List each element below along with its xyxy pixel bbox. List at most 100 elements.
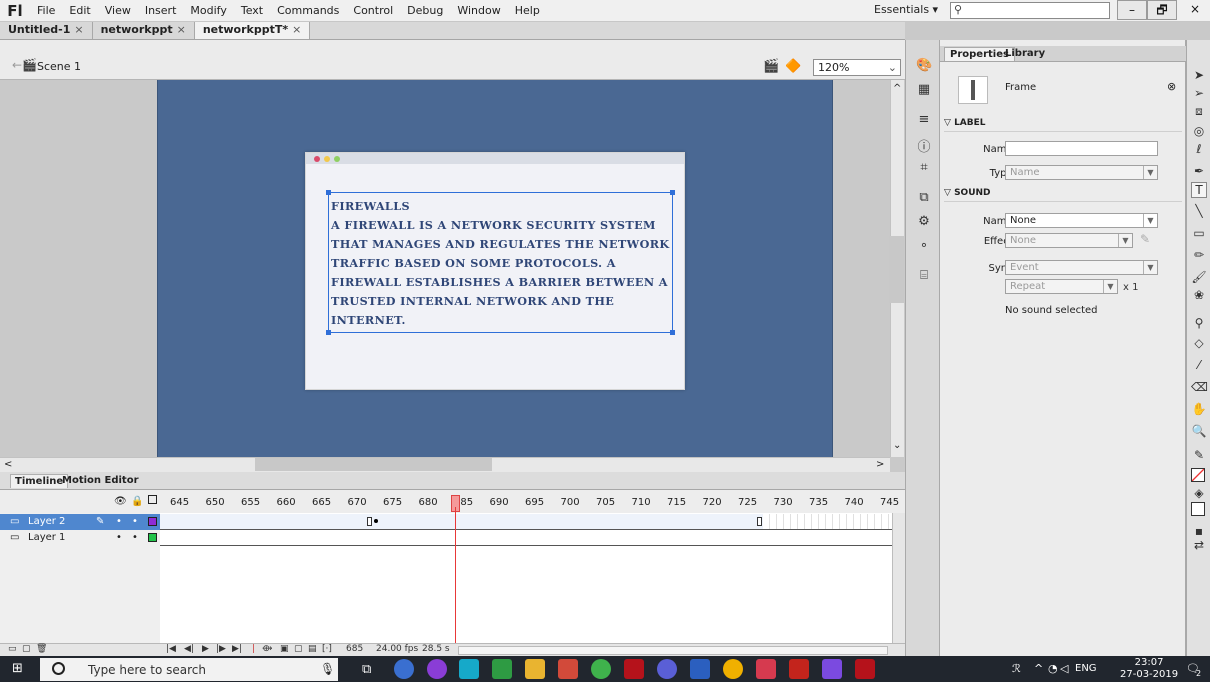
current-frame[interactable]: 685 [346,644,363,654]
language-indicator[interactable]: ENG [1075,663,1097,674]
app-icon-6[interactable] [558,659,578,679]
keyframe-marker[interactable] [367,517,372,526]
brush-tool-icon[interactable]: 🖌 [1191,270,1207,284]
loop-icon[interactable]: | [252,644,255,654]
paint-bucket-icon[interactable]: ◇ [1191,336,1207,350]
repeat-select[interactable]: Repeat ▼ [1005,279,1118,294]
resize-handle[interactable] [326,330,331,335]
menu-commands[interactable]: Commands [270,4,346,17]
horizontal-scroll-thumb[interactable] [255,458,492,471]
eyedropper-icon[interactable]: ⁄ [1191,358,1207,372]
layer-row-layer-1[interactable]: ▭ Layer 1 • • [0,530,160,546]
bone-tool-icon[interactable]: ⚲ [1191,316,1207,330]
edit-symbol-icon[interactable]: 🔶 [785,59,801,74]
flash-icon[interactable] [624,659,644,679]
text-tool-icon[interactable]: T [1191,182,1207,198]
frame-number[interactable]: 665 [312,497,331,508]
stroke-color-icon[interactable]: ✎ [1191,448,1207,462]
layer-color-swatch[interactable] [148,517,157,526]
pdf-reader-icon[interactable] [789,659,809,679]
motion-presets-icon[interactable]: ∘ [916,238,932,253]
app-icon-2[interactable] [427,659,447,679]
menu-debug[interactable]: Debug [400,4,450,17]
history-icon[interactable]: ⌸ [916,268,932,283]
restore-button[interactable]: 🗗 [1147,0,1177,20]
components-icon[interactable]: ⚙ [916,214,932,229]
close-button[interactable]: × [1180,0,1210,20]
menu-text[interactable]: Text [234,4,270,17]
frame-name-input[interactable] [1005,141,1158,156]
frame-number[interactable]: 680 [419,497,438,508]
delete-layer-icon[interactable]: 🗑 [36,644,47,654]
lock-icon[interactable]: 🔒 [131,496,143,507]
frame-number[interactable]: 715 [667,497,686,508]
volume-icon[interactable]: ◁ [1060,662,1068,675]
frame-row-layer-2[interactable] [160,514,892,530]
menu-edit[interactable]: Edit [62,4,97,17]
minimize-button[interactable]: – [1117,0,1147,20]
frame-number[interactable]: 670 [348,497,367,508]
onion-skin-icon[interactable]: ▣ [280,644,289,654]
app-icon-9[interactable] [657,659,677,679]
timeline-horizontal-scrollbar[interactable] [458,646,888,655]
repeat-count[interactable]: x 1 [1123,282,1138,293]
system-clock[interactable]: 23:07 27-03-2019 [1120,657,1178,681]
text-block[interactable]: Firewalls A firewall is a network securi… [331,197,676,330]
windows-start-icon[interactable]: ⊞ [12,661,29,677]
free-transform-icon[interactable]: ⧈ [1191,104,1207,119]
chevron-up-icon[interactable]: ^ [1034,662,1043,675]
selection-tool-icon[interactable]: ➤ [1191,68,1207,82]
outline-icon[interactable] [148,495,157,504]
app-icon-10[interactable] [690,659,710,679]
label-section-header[interactable]: ▽ LABEL [944,118,1182,132]
rectangle-tool-icon[interactable]: ▭ [1191,226,1207,240]
timeline-vertical-scrollbar[interactable] [892,513,905,643]
swap-colors-icon[interactable]: ⇄ [1191,538,1207,552]
lock-dot[interactable]: • [132,514,138,529]
scene-label[interactable]: Scene 1 [37,60,81,73]
fill-color-icon[interactable]: ◈ [1191,486,1207,500]
menu-file[interactable]: File [30,4,62,17]
new-folder-icon[interactable]: ▢ [22,644,31,654]
workspace-switcher[interactable]: Essentials ▾ [868,3,944,19]
play-icon[interactable]: ▶ [202,644,209,654]
subselection-tool-icon[interactable]: ➢ [1191,86,1207,100]
frame-number[interactable]: 660 [277,497,296,508]
zoom-tool-icon[interactable]: 🔍 [1191,424,1207,438]
last-frame-icon[interactable]: ▶| [232,644,242,654]
flash-active-icon[interactable] [855,659,875,679]
media-player-icon[interactable] [822,659,842,679]
tab-library[interactable]: Library [1000,47,1050,60]
help-search-input[interactable]: ⚲ [950,2,1110,19]
keyframe-marker[interactable] [757,517,762,526]
pencil-tool-icon[interactable]: ✏ [1191,248,1207,262]
frame-number[interactable]: 740 [845,497,864,508]
sound-section-header[interactable]: ▽ SOUND [944,188,1182,202]
frame-number[interactable]: 675 [383,497,402,508]
resize-handle[interactable] [326,190,331,195]
scroll-right-icon[interactable]: > [876,459,884,470]
transform-icon[interactable]: ⌗ [916,160,932,175]
label-type-select[interactable]: Name ▼ [1005,165,1158,180]
frame-number[interactable]: 695 [525,497,544,508]
hand-tool-icon[interactable]: ✋ [1191,402,1207,416]
task-view-icon[interactable]: ⧉ [362,662,371,677]
network-icon[interactable]: ◔ [1048,662,1058,675]
frame-number[interactable]: 730 [774,497,793,508]
sound-name-select[interactable]: None ▼ [1005,213,1158,228]
close-icon[interactable]: × [177,23,186,36]
frame-number[interactable]: 650 [206,497,225,508]
frame-number[interactable]: 645 [170,497,189,508]
sync-select[interactable]: Event ▼ [1005,260,1158,275]
frame-number[interactable]: 710 [632,497,651,508]
menu-insert[interactable]: Insert [138,4,184,17]
frame-row-layer-1[interactable] [160,530,892,546]
tab-networkppt[interactable]: networkppt × [92,22,195,39]
first-frame-icon[interactable]: |◀ [166,644,176,654]
back-arrow-icon[interactable]: ← [12,58,22,72]
eye-icon[interactable]: 👁 [114,496,127,507]
scroll-down-icon[interactable]: ⌄ [893,440,901,451]
taskbar-search-box[interactable]: Type here to search 🎙 [40,658,338,681]
next-frame-icon[interactable]: |▶ [216,644,226,654]
menu-control[interactable]: Control [346,4,400,17]
